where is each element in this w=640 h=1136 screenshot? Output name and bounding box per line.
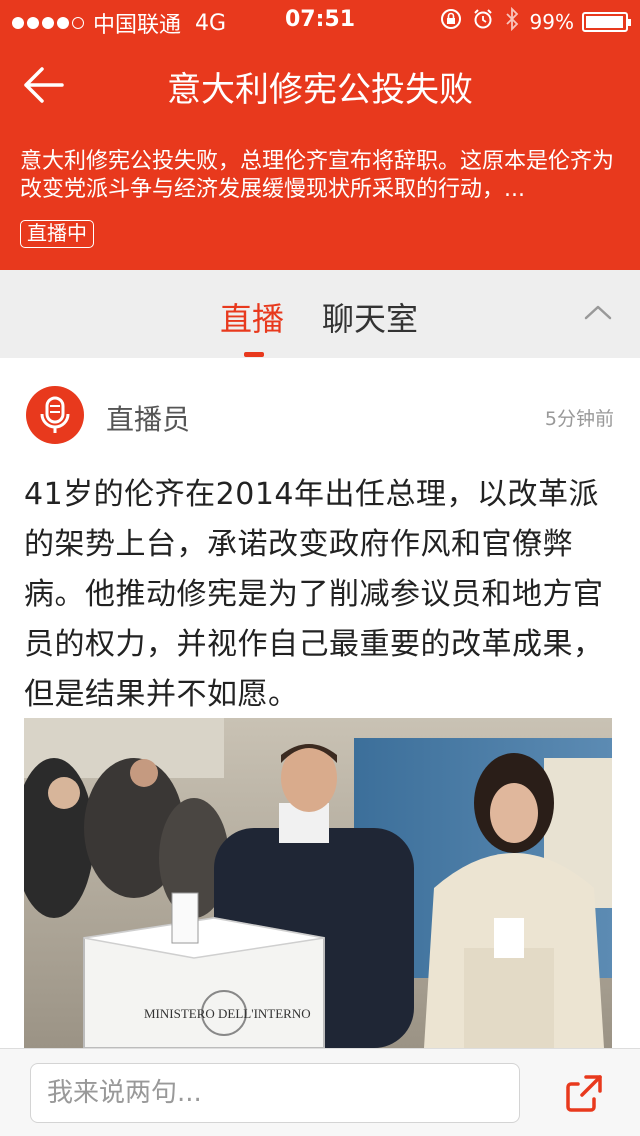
summary-text: 意大利修宪公投失败，总理伦齐宣布将辞职。这原本是伦齐为改变党派斗争与经济发展缓慢… xyxy=(20,149,615,202)
status-right: 99% xyxy=(430,6,631,36)
post-text: 41岁的伦齐在2014年出任总理，以改革派的架势上台，承诺改变政府作风和官僚弊病… xyxy=(24,477,604,712)
collapse-button[interactable] xyxy=(580,300,616,324)
live-status-badge: 直播中 xyxy=(20,220,94,248)
avatar xyxy=(26,386,84,444)
comment-input[interactable]: 我来说两句... xyxy=(30,1063,520,1123)
post-time: 5分钟前 xyxy=(544,408,614,430)
live-post-card: 直播员 5分钟前 41岁的伦齐在2014年出任总理，以改革派的架势上台，承诺改变… xyxy=(0,358,640,1048)
author-name: 直播员 xyxy=(106,403,191,436)
share-button[interactable] xyxy=(560,1069,608,1117)
nav-bar: 意大利修宪公投失败 xyxy=(0,40,640,130)
alarm-icon xyxy=(472,8,494,35)
bluetooth-icon xyxy=(504,6,520,36)
page-title: 意大利修宪公投失败 xyxy=(167,70,473,110)
ballot-box-label: MINISTERO DELL'INTERNO xyxy=(144,1006,311,1021)
bottom-bar: 我来说两句... xyxy=(0,1048,640,1136)
post-photo[interactable]: MINISTERO DELL'INTERNO xyxy=(24,718,612,1048)
microphone-icon xyxy=(40,396,70,433)
tab-chatroom[interactable]: 聊天室 xyxy=(322,294,418,340)
tab-live[interactable]: 直播 xyxy=(220,294,284,340)
chevron-up-icon xyxy=(584,305,612,320)
header: 中国联通 4G 07:51 99% 意大利修宪公投失败 意大利修宪公投失败，总理… xyxy=(0,0,640,270)
rotation-lock-icon xyxy=(440,8,462,35)
tab-bar: 直播 聊天室 xyxy=(0,270,640,358)
battery-percent: 99% xyxy=(529,9,574,34)
active-tab-indicator xyxy=(244,352,264,357)
battery-icon xyxy=(582,11,631,32)
share-icon xyxy=(566,1075,602,1112)
status-bar: 中国联通 4G 07:51 99% xyxy=(0,0,640,40)
ballot-photo-image: MINISTERO DELL'INTERNO xyxy=(24,718,612,1048)
